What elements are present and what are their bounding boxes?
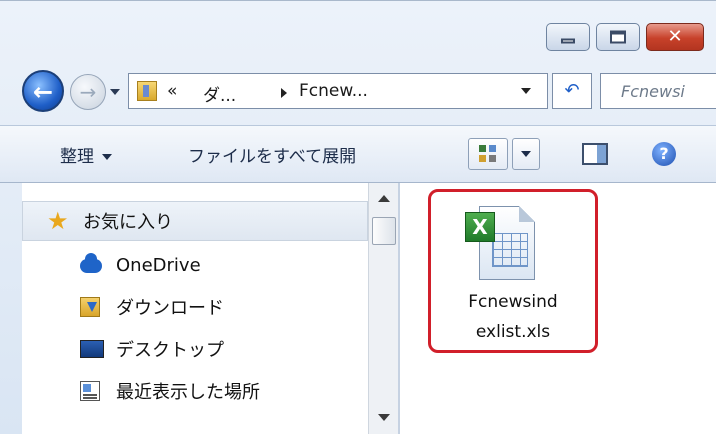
chevron-down-icon [102,154,112,160]
excel-file-icon: X [465,202,535,282]
sidebar-item-label: OneDrive [116,254,201,276]
change-view-button[interactable] [468,138,508,170]
sidebar-item-label: デスクトップ [116,340,224,361]
sidebar-item-recent-places[interactable]: 最近表示した場所 [22,371,368,411]
folder-icon [137,81,157,101]
view-options-dropdown[interactable] [512,138,540,170]
view-icon [479,145,497,163]
breadcrumb-separator-icon[interactable] [281,88,287,98]
breadcrumb-item-downloads[interactable]: ダ... [203,81,236,106]
window-controls: ✕ [546,23,704,51]
preview-pane-button[interactable] [582,143,608,165]
address-bar[interactable]: « ダ... Fcnew... [128,73,548,109]
spreadsheet-grid [492,233,528,267]
breadcrumb-overflow[interactable]: « [167,81,177,101]
explorer-window: ✕ ← → « ダ... Fcnew... ↶ Fcnewsi 整理 ファイルを… [0,0,716,434]
organize-menu[interactable]: 整理 [60,142,112,167]
file-item-highlight[interactable]: X Fcnewsind exlist.xls [428,189,598,353]
sidebar-scrollbar[interactable] [368,183,399,434]
maximize-icon [610,30,626,44]
sidebar-item-label: お気に入り [83,212,173,233]
search-box[interactable]: Fcnewsi [600,73,716,109]
sidebar-item-label: 最近表示した場所 [116,382,260,403]
maximize-button[interactable] [596,23,640,51]
excel-badge-icon: X [465,212,495,242]
star-icon: ★ [47,207,69,235]
file-list-pane: X Fcnewsind exlist.xls [400,183,716,434]
sidebar-item-desktop[interactable]: デスクトップ [22,329,368,369]
file-name-line-2: exlist.xls [475,322,551,342]
minimize-icon [561,38,575,44]
recent-places-icon [80,379,106,403]
extract-all-button[interactable]: ファイルをすべて展開 [188,142,356,167]
scroll-up-icon[interactable] [378,195,390,202]
navigation-pane: ★ お気に入り OneDrive ダウンロード デスクトップ 最近表示した場所 [22,183,368,434]
help-button[interactable]: ? [652,142,676,166]
refresh-icon: ↶ [564,80,580,101]
command-bar: 整理 ファイルをすべて展開 ? [0,125,716,183]
file-name-line-1: Fcnewsind [468,292,558,312]
minimize-button[interactable] [546,23,590,51]
navigation-bar: ← → « ダ... Fcnew... ↶ Fcnewsi [0,63,716,119]
scroll-down-icon[interactable] [378,414,390,421]
scroll-thumb[interactable] [372,217,396,245]
sidebar-item-label: ダウンロード [116,298,224,319]
downloads-folder-icon [80,295,106,319]
organize-label: 整理 [60,147,94,167]
breadcrumb-item-current[interactable]: Fcnew... [299,81,368,101]
sidebar-item-favorites[interactable]: ★ お気に入り [22,201,368,241]
recent-pages-dropdown[interactable] [110,89,120,95]
back-button[interactable]: ← [22,70,64,112]
address-dropdown-icon[interactable] [521,88,531,94]
page-fold [519,206,535,222]
sidebar-item-downloads[interactable]: ダウンロード [22,287,368,327]
help-icon: ? [659,144,669,163]
refresh-button[interactable]: ↶ [552,73,592,109]
forward-button[interactable]: → [70,74,106,110]
search-placeholder: Fcnewsi [621,82,685,101]
onedrive-icon [80,253,106,277]
close-button[interactable]: ✕ [646,23,704,51]
desktop-icon [80,337,106,361]
sidebar-item-onedrive[interactable]: OneDrive [22,245,368,285]
close-icon: ✕ [667,26,683,47]
